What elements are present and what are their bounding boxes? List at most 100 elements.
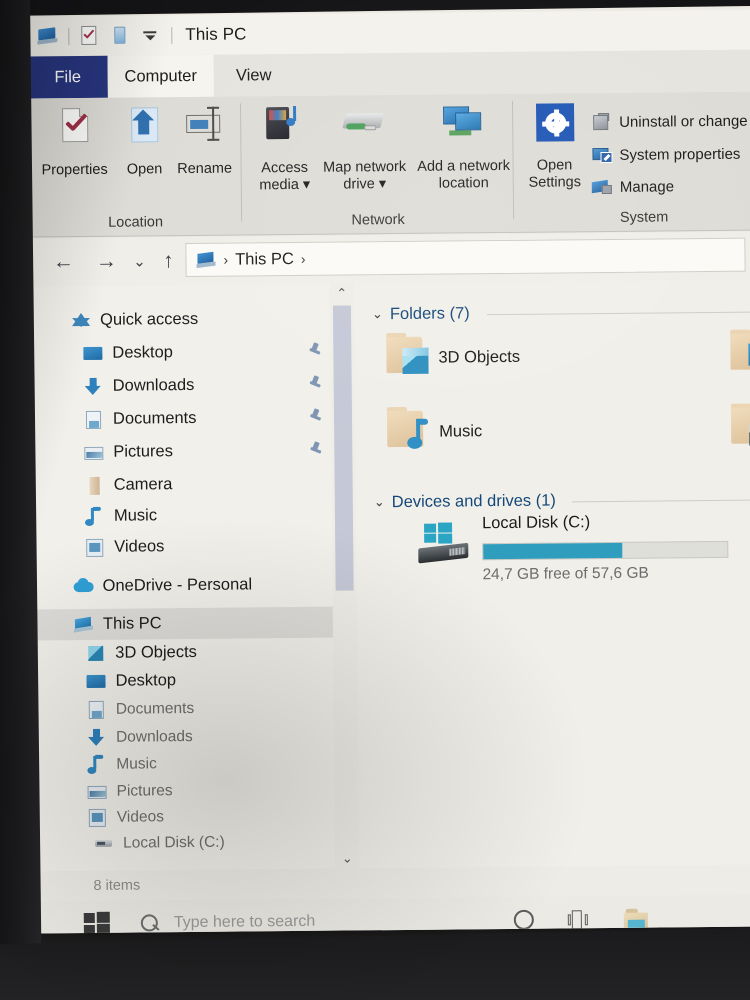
sidebar-item-desktop[interactable]: Desktop <box>30 336 330 370</box>
open-settings-label: Open Settings <box>528 157 582 191</box>
map-network-drive-button[interactable]: Map network drive ▾ <box>313 103 416 194</box>
sidebar-item-label: 3D Objects <box>115 642 197 662</box>
folder-music-icon <box>377 405 440 460</box>
forward-button[interactable]: → <box>92 248 120 276</box>
back-button[interactable]: ← <box>49 248 77 276</box>
this-pc-icon <box>73 614 95 634</box>
map-network-drive-text: Map network drive <box>323 158 407 193</box>
this-pc-icon[interactable] <box>37 26 59 46</box>
sidebar-item-documents[interactable]: Documents <box>31 402 331 436</box>
scrollbar-thumb[interactable] <box>332 305 354 591</box>
sidebar-item-pictures[interactable]: Pictures <box>31 435 331 469</box>
access-media-button[interactable]: Access media ▾ <box>249 104 320 195</box>
folder-item-music[interactable]: Music <box>377 404 483 459</box>
sidebar-item-onedrive[interactable]: OneDrive - Personal <box>32 569 332 603</box>
cortana-icon[interactable] <box>513 909 534 930</box>
open-icon <box>116 105 172 158</box>
chevron-down-icon[interactable]: ▾ <box>303 177 310 193</box>
properties-button[interactable]: Properties <box>38 106 111 180</box>
scroll-down-arrow-icon[interactable]: ⌄ <box>335 848 359 868</box>
new-folder-icon[interactable] <box>109 26 131 46</box>
scroll-up-arrow-icon[interactable]: ⌃ <box>330 283 354 303</box>
sidebar-item-label: Downloads <box>115 727 193 746</box>
folder-pictures-icon <box>721 401 750 456</box>
sidebar-item-label: Documents <box>112 408 197 428</box>
downloads-icon <box>86 727 108 747</box>
tab-view[interactable]: View <box>214 54 294 97</box>
folder-item-desktop-clipped[interactable] <box>720 327 750 382</box>
desktop-icon <box>85 671 107 691</box>
star-icon <box>70 310 92 330</box>
sidebar-item-videos[interactable]: Videos <box>32 530 332 564</box>
system-properties-button[interactable]: System properties <box>591 145 740 165</box>
documents-icon <box>83 409 105 429</box>
add-network-location-button[interactable]: Add a network location <box>415 102 512 193</box>
manage-button[interactable]: Manage <box>591 177 675 197</box>
qat-separator <box>68 27 70 45</box>
pin-icon[interactable] <box>307 343 322 358</box>
properties-icon[interactable] <box>78 25 100 46</box>
sidebar-item-camera[interactable]: Camera <box>31 468 331 502</box>
breadcrumb-separator-trailing[interactable]: › <box>301 251 306 267</box>
breadcrumb-separator[interactable]: › <box>223 252 228 268</box>
uninstall-icon <box>591 112 612 132</box>
properties-button-label: Properties <box>41 161 108 179</box>
content-pane: ⌄ Folders (7) 3D Objects Music ⌄ Devices… <box>353 279 750 869</box>
drive-item-local-disk-c[interactable]: Local Disk (C:) 24,7 GB free of 57,6 GB <box>374 511 750 585</box>
add-network-location-icon <box>435 102 491 155</box>
ribbon-group-network: Access media ▾ Map network drive ▾ Add a… <box>241 94 515 236</box>
taskbar-search-box[interactable]: Type here to search <box>140 912 316 934</box>
recent-locations-button[interactable]: ⌄ <box>125 247 153 275</box>
chevron-down-icon[interactable]: ⌄ <box>374 494 385 510</box>
group-header-folders[interactable]: ⌄ Folders (7) <box>372 302 750 325</box>
rename-button-label: Rename <box>177 160 233 178</box>
manage-label: Manage <box>619 178 675 196</box>
customize-dropdown-icon[interactable] <box>140 25 162 45</box>
manage-icon <box>591 178 613 197</box>
uninstall-or-change-program-button[interactable]: Uninstall or change a prog <box>591 111 750 132</box>
sidebar-item-local-disk-c[interactable]: Local Disk (C:) <box>35 826 335 860</box>
sidebar-item-label: Music <box>113 506 158 525</box>
sidebar-item-downloads[interactable]: Downloads <box>31 369 331 403</box>
3d-objects-icon <box>85 643 107 663</box>
file-explorer-icon[interactable] <box>623 908 650 929</box>
sidebar-item-label: Videos <box>116 807 165 826</box>
open-settings-button[interactable]: Open Settings <box>521 101 588 192</box>
breadcrumb-item-this-pc[interactable]: This PC <box>235 250 294 270</box>
sidebar-item-label: Music <box>116 754 157 773</box>
system-properties-icon <box>591 146 613 165</box>
ribbon-group-location: Properties Open Rename Location <box>28 97 243 238</box>
settings-gear-icon <box>526 101 582 154</box>
chevron-down-icon[interactable]: ▾ <box>379 176 386 192</box>
drive-capacity-fill <box>483 542 623 560</box>
folder-item-label: 3D Objects <box>438 347 521 367</box>
chevron-down-icon[interactable]: ⌄ <box>372 306 383 322</box>
tab-computer[interactable]: Computer <box>107 54 214 98</box>
pin-icon[interactable] <box>308 442 323 457</box>
onedrive-cloud-icon <box>73 576 95 596</box>
breadcrumb[interactable]: › This PC › <box>185 237 746 278</box>
map-network-drive-icon <box>336 103 392 156</box>
rename-button[interactable]: Rename <box>168 105 241 179</box>
sidebar-item-label: Pictures <box>116 781 173 800</box>
pin-icon[interactable] <box>308 409 323 424</box>
folder-item-pictures-clipped[interactable] <box>721 401 750 456</box>
ribbon-tab-strip: File Computer View <box>27 49 750 99</box>
sidebar-item-label: OneDrive - Personal <box>102 575 253 595</box>
up-button[interactable]: ↑ <box>154 247 182 275</box>
search-placeholder: Type here to search <box>173 912 316 932</box>
group-header-devices-and-drives[interactable]: ⌄ Devices and drives (1) <box>374 489 750 513</box>
sidebar-item-quick-access[interactable]: Quick access <box>30 303 330 337</box>
sidebar-item-label: Videos <box>114 537 165 556</box>
start-button-icon[interactable] <box>83 911 110 934</box>
tab-file[interactable]: File <box>27 55 108 99</box>
drive-item-label: Local Disk (C:) <box>481 513 591 533</box>
file-explorer-window: This PC File Computer View Properties Op… <box>27 0 750 934</box>
pin-icon[interactable] <box>308 376 323 391</box>
sidebar-item-label: Quick access <box>99 309 199 329</box>
task-view-icon[interactable] <box>567 909 590 929</box>
title-bar: This PC <box>27 9 750 57</box>
address-bar: ← → ⌄ ↑ › This PC › <box>29 231 750 287</box>
folder-item-3d-objects[interactable]: 3D Objects <box>376 330 520 385</box>
sidebar-item-music[interactable]: Music <box>32 499 332 533</box>
